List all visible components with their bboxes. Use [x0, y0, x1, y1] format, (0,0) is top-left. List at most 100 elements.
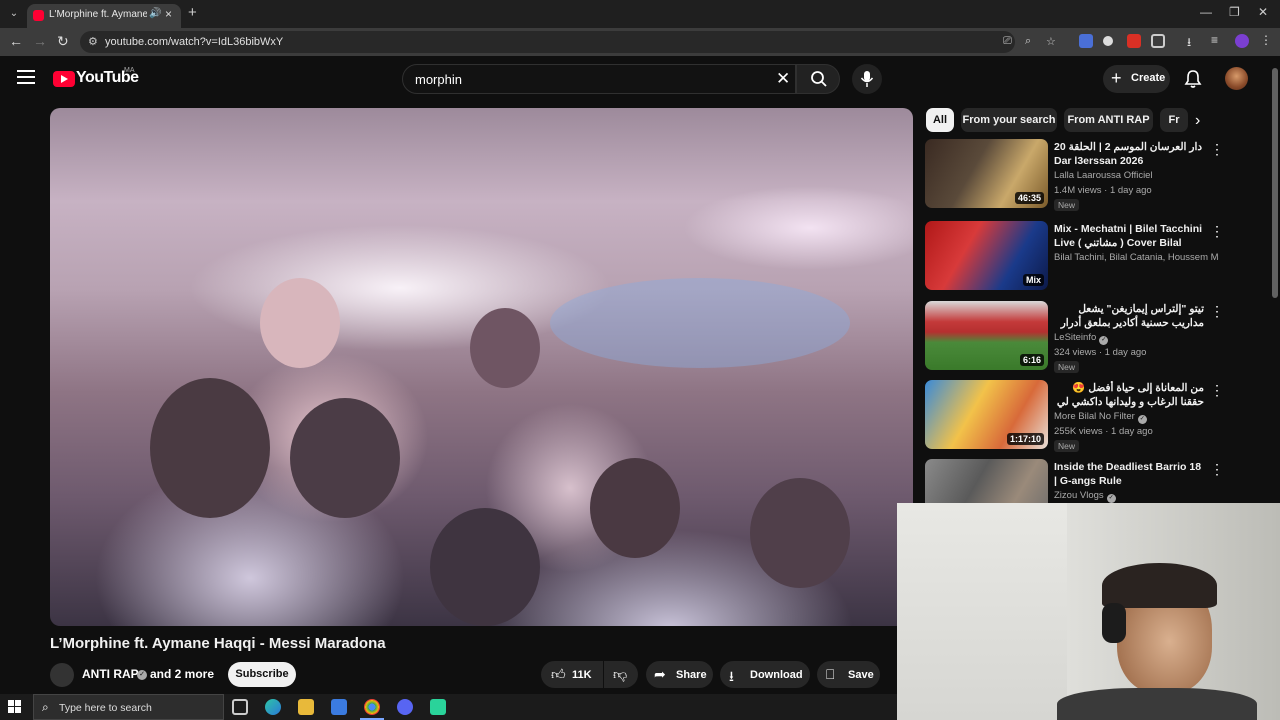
more-options-icon[interactable]: ⋮	[1210, 382, 1224, 399]
recommendation-meta: 255K views · 1 day ago	[1054, 426, 1153, 437]
browser-tab-active[interactable]: L'Morphine ft. Aymane Haqi 🔊 ×	[27, 4, 181, 28]
recommendation-channel[interactable]: Lalla Laaroussa Officiel	[1054, 170, 1219, 181]
save-button[interactable]: ⎕ Save	[817, 661, 880, 688]
downloads-icon[interactable]: ⭳	[1187, 33, 1191, 54]
tab-audio-icon[interactable]: 🔊	[149, 8, 161, 19]
address-bar[interactable]: ⚙ youtube.com/watch?v=IdL36bibWxY ⎚ ⌕ ☆	[80, 31, 1056, 53]
recommendation-channel[interactable]: More Bilal No Filter ✓	[1054, 411, 1219, 424]
subscribe-button[interactable]: Subscribe	[228, 662, 296, 687]
video-frame-figure	[750, 478, 850, 588]
video-duration: 46:35	[1014, 192, 1044, 204]
recommendation-title[interactable]: Inside the Deadliest Barrio 18 | G-angs …	[1054, 460, 1204, 488]
microsoft-store-icon[interactable]	[331, 699, 347, 715]
cast-icon[interactable]: ⎚	[1003, 35, 1012, 48]
chrome-icon[interactable]	[364, 699, 380, 715]
video-thumbnail[interactable]: 46:35	[925, 139, 1048, 208]
video-thumbnail[interactable]: Mix	[925, 221, 1048, 290]
recommendation-item[interactable]: 6:16 تيتو "إلتراس إيمازيغن" يشعل مداريب …	[925, 301, 1255, 375]
recommendation-item[interactable]: 1:17:10 من المعاناة إلى حياة أفضل 😍 حققن…	[925, 380, 1255, 454]
tab-search-chevron-icon[interactable]: ⌄	[4, 5, 24, 23]
tab-close-icon[interactable]: ×	[165, 7, 172, 21]
more-options-icon[interactable]: ⋮	[1210, 223, 1224, 240]
task-view-icon[interactable]	[232, 699, 248, 715]
voice-search-button[interactable]	[852, 64, 882, 94]
edge-browser-icon[interactable]	[265, 699, 281, 715]
forward-arrow-icon[interactable]: →	[33, 33, 47, 49]
video-player[interactable]	[50, 108, 913, 626]
chip-from-anti-rap[interactable]: From ANTI RAP	[1064, 108, 1153, 132]
chip-from-your-search[interactable]: From your search	[961, 108, 1057, 132]
recommendation-title[interactable]: دار العرسان الموسم 2 | الحلقة 20 Dar l3e…	[1054, 140, 1204, 168]
chip-all[interactable]: All	[926, 108, 954, 132]
recommendation-title[interactable]: تيتو "إلتراس إيمازيغن" يشعل مداريب حسنية…	[1054, 302, 1204, 330]
new-tab-plus-icon[interactable]: +	[188, 4, 197, 21]
extension-red-icon[interactable]	[1127, 34, 1141, 48]
discord-icon[interactable]	[397, 699, 413, 715]
hamburger-menu-icon[interactable]	[17, 70, 35, 84]
account-avatar[interactable]	[1225, 67, 1248, 90]
dislike-button[interactable]: 👎︎	[604, 661, 638, 688]
search-input[interactable]	[415, 72, 755, 87]
recommendation-item[interactable]: 46:35 دار العرسان الموسم 2 | الحلقة 20 D…	[925, 139, 1255, 213]
channel-name[interactable]: ANTI RAP	[82, 667, 139, 681]
channel-name[interactable]: Zizou Vlogs	[1054, 490, 1104, 501]
collaborators-link[interactable]: and 2 more	[150, 667, 214, 681]
more-options-icon[interactable]: ⋮	[1210, 303, 1224, 320]
recommendation-item[interactable]: Inside the Deadliest Barrio 18 | G-angs …	[925, 459, 1255, 503]
recommendation-title[interactable]: Mix - Mechatni | Bilel Tacchini Live ( م…	[1054, 222, 1204, 250]
recommendation-channel[interactable]: Bilal Tachini, Bilal Catania, Houssem Ma…	[1054, 252, 1219, 263]
webcam-headphones	[1102, 603, 1126, 643]
site-info-icon[interactable]: ⚙	[88, 35, 98, 48]
window-restore-button[interactable]: ❐	[1229, 5, 1240, 19]
window-minimize-button[interactable]: —	[1200, 5, 1212, 19]
video-thumbnail[interactable]: 1:17:10	[925, 380, 1048, 449]
video-frame-figure	[470, 308, 540, 388]
download-label: Download	[750, 669, 803, 681]
chip-truncated[interactable]: Fr	[1160, 108, 1188, 132]
share-button[interactable]: ➦ Share	[646, 661, 713, 688]
more-options-icon[interactable]: ⋮	[1210, 141, 1224, 158]
webcam-person-hair	[1102, 563, 1217, 608]
zoom-icon[interactable]: ⌕	[1025, 35, 1031, 48]
back-arrow-icon[interactable]: ←	[9, 33, 23, 49]
search-icon: ⌕	[42, 700, 49, 714]
recommendation-title[interactable]: من المعاناة إلى حياة أفضل 😍 حققنا الرغاب…	[1054, 381, 1204, 409]
browser-menu-icon[interactable]: ⋮	[1260, 33, 1272, 47]
app-icon[interactable]	[430, 699, 446, 715]
like-button[interactable]: 👍︎ 11K	[541, 661, 603, 688]
download-button[interactable]: ⭳ Download	[720, 661, 810, 688]
url-text[interactable]: youtube.com/watch?v=IdL36bibWxY	[105, 36, 283, 48]
reload-icon[interactable]: ↻	[57, 33, 69, 50]
bookmark-star-icon[interactable]: ☆	[1046, 35, 1056, 48]
youtube-logo-icon[interactable]	[53, 71, 75, 87]
search-button[interactable]	[796, 64, 840, 94]
tab-title: L'Morphine ft. Aymane Haqi	[49, 9, 147, 20]
profile-avatar-icon[interactable]	[1235, 34, 1249, 48]
scrollbar-thumb[interactable]	[1272, 68, 1278, 298]
translate-extension-icon[interactable]	[1079, 34, 1093, 48]
recommendation-item[interactable]: Mix Mix - Mechatni | Bilel Tacchini Live…	[925, 221, 1255, 295]
file-explorer-icon[interactable]	[298, 699, 314, 715]
windows-start-icon[interactable]	[8, 700, 22, 714]
taskbar-search-box[interactable]: ⌕ Type here to search	[33, 694, 224, 720]
video-thumbnail[interactable]: 6:16	[925, 301, 1048, 370]
notifications-bell-icon[interactable]	[1184, 69, 1202, 89]
region-code: MA	[124, 67, 135, 74]
thumbs-up-icon: 👍︎	[551, 666, 566, 682]
recommendation-channel[interactable]: LeSiteinfo ✓	[1054, 332, 1219, 345]
create-button[interactable]: + Create	[1103, 65, 1170, 93]
window-close-button[interactable]: ✕	[1258, 5, 1268, 19]
video-thumbnail[interactable]	[925, 459, 1048, 503]
extension-icon[interactable]	[1103, 36, 1113, 46]
extensions-puzzle-icon[interactable]	[1151, 34, 1165, 48]
media-controls-icon[interactable]: ≡	[1211, 33, 1218, 47]
browser-toolbar: ← → ↻ ⚙ youtube.com/watch?v=IdL36bibWxY …	[0, 28, 1280, 56]
channel-avatar[interactable]	[50, 663, 74, 687]
more-options-icon[interactable]: ⋮	[1210, 461, 1224, 478]
clear-search-icon[interactable]: ✕	[776, 69, 790, 89]
recommendation-channel[interactable]: Zizou Vlogs ✓	[1054, 490, 1219, 503]
channel-name[interactable]: LeSiteinfo	[1054, 332, 1096, 343]
chevron-right-icon[interactable]: ›	[1195, 112, 1200, 130]
video-frame-figure	[430, 508, 540, 626]
channel-name[interactable]: More Bilal No Filter	[1054, 411, 1135, 422]
